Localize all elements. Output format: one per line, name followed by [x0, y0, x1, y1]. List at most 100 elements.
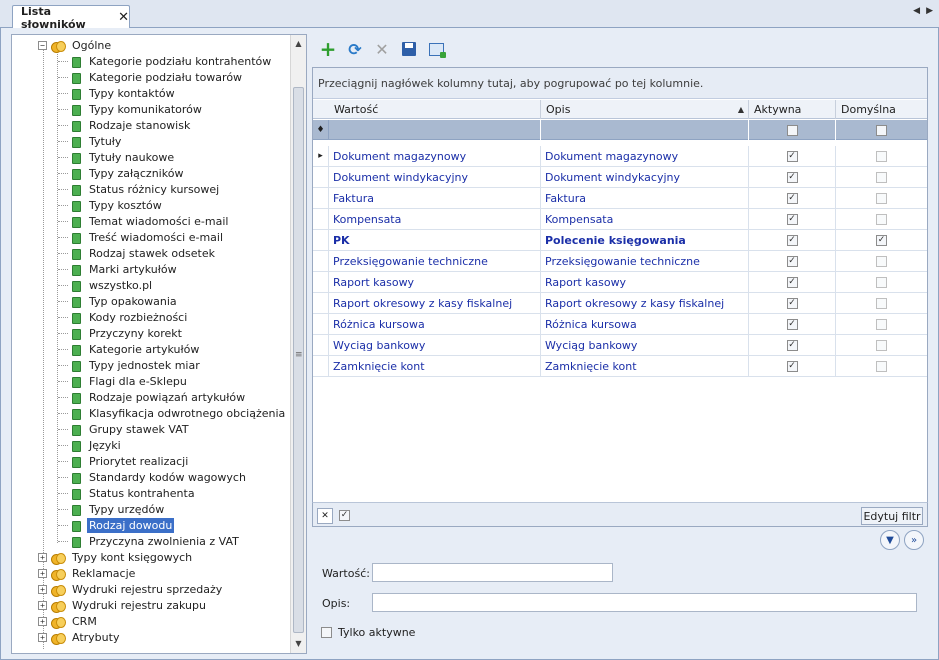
tree-item[interactable]: Typy urzędów: [58, 501, 166, 517]
tree-item[interactable]: Treść wiadomości e-mail: [58, 229, 225, 245]
save-button[interactable]: [400, 40, 418, 58]
expand-icon[interactable]: +: [38, 600, 47, 610]
close-icon[interactable]: ✕: [118, 11, 129, 24]
description-input[interactable]: [372, 593, 917, 612]
collapse-expand-icon[interactable]: »: [904, 530, 924, 550]
active-checkbox[interactable]: ✓: [786, 340, 798, 351]
tree-item[interactable]: Rodzaje powiązań artykułów: [58, 389, 247, 405]
only-active-checkbox[interactable]: [321, 627, 332, 638]
filter-value-cell[interactable]: [329, 120, 541, 140]
cell-description[interactable]: Dokument windykacyjny: [541, 167, 749, 188]
cell-active[interactable]: ✓: [749, 146, 836, 167]
tree-item[interactable]: Kody rozbieżności: [58, 309, 189, 325]
active-checkbox[interactable]: ✓: [786, 151, 798, 162]
default-checkbox[interactable]: [876, 319, 887, 330]
default-checkbox[interactable]: [876, 298, 887, 309]
cell-value[interactable]: Wyciąg bankowy: [329, 335, 541, 356]
cell-value[interactable]: Zamknięcie kont: [329, 356, 541, 377]
cell-description[interactable]: Raport kasowy: [541, 272, 749, 293]
active-checkbox[interactable]: ✓: [786, 319, 798, 330]
default-checkbox[interactable]: ✓: [876, 235, 887, 246]
scroll-up-icon[interactable]: ▲: [291, 37, 306, 51]
filter-description-cell[interactable]: [541, 120, 749, 140]
cell-active[interactable]: ✓: [749, 251, 836, 272]
cell-description[interactable]: Kompensata: [541, 209, 749, 230]
cell-value[interactable]: Faktura: [329, 188, 541, 209]
cell-value[interactable]: Dokument magazynowy: [329, 146, 541, 167]
export-button[interactable]: [427, 40, 446, 58]
cell-default[interactable]: [836, 251, 927, 272]
collapse-icon[interactable]: −: [38, 40, 47, 50]
cell-default[interactable]: [836, 272, 927, 293]
filter-funnel-icon[interactable]: ▼: [880, 530, 900, 550]
tree-item[interactable]: Klasyfikacja odwrotnego obciążenia: [58, 405, 287, 421]
tree-item[interactable]: Kategorie artykułów: [58, 341, 201, 357]
tree-item[interactable]: Przyczyny korekt: [58, 325, 184, 341]
default-checkbox[interactable]: [876, 193, 887, 204]
cell-default[interactable]: [836, 314, 927, 335]
tree-item[interactable]: Języki: [58, 437, 123, 453]
tree-item[interactable]: Typy kosztów: [58, 197, 164, 213]
tree-item[interactable]: Marki artykułów: [58, 261, 179, 277]
table-row[interactable]: Faktura Faktura ✓: [313, 188, 927, 209]
table-row[interactable]: Zamknięcie kont Zamknięcie kont ✓: [313, 356, 927, 377]
tree-item[interactable]: Typy kontaktów: [58, 85, 177, 101]
cell-active[interactable]: ✓: [749, 356, 836, 377]
filter-enabled-checkbox[interactable]: ✓: [339, 510, 350, 521]
tree-item[interactable]: Typy załączników: [58, 165, 185, 181]
table-row[interactable]: Raport okresowy z kasy fiskalnej Raport o…: [313, 293, 927, 314]
tree-group[interactable]: + Atrybuty: [38, 629, 121, 645]
table-row[interactable]: PK Polecenie księgowania ✓ ✓: [313, 230, 927, 251]
tree-group[interactable]: + Typy kont księgowych: [38, 549, 194, 565]
default-checkbox[interactable]: [876, 340, 887, 351]
cell-active[interactable]: ✓: [749, 272, 836, 293]
column-header-default[interactable]: Domyślna: [836, 100, 927, 119]
expand-icon[interactable]: +: [38, 568, 47, 578]
cell-active[interactable]: ✓: [749, 293, 836, 314]
scroll-thumb[interactable]: [293, 87, 304, 633]
expand-icon[interactable]: +: [38, 616, 47, 626]
tree-item[interactable]: Tytuły: [58, 133, 123, 149]
tree-group[interactable]: + Reklamacje: [38, 565, 137, 581]
active-checkbox[interactable]: ✓: [786, 277, 798, 288]
tree-group[interactable]: + Wydruki rejestru zakupu: [38, 597, 208, 613]
tree-group[interactable]: + CRM: [38, 613, 99, 629]
tree-item[interactable]: Kategorie podziału kontrahentów: [58, 53, 273, 69]
filter-active-checkbox[interactable]: [786, 124, 798, 136]
active-checkbox[interactable]: ✓: [786, 235, 798, 246]
table-row[interactable]: Dokument windykacyjny Dokument windykacyj…: [313, 167, 927, 188]
group-by-panel[interactable]: Przeciągnij nagłówek kolumny tutaj, aby …: [313, 68, 927, 99]
tab-scroll-right-icon[interactable]: ▶: [926, 6, 933, 16]
default-checkbox[interactable]: [876, 214, 887, 225]
tree-item[interactable]: Typ opakowania: [58, 293, 179, 309]
add-icon[interactable]: +: [319, 37, 337, 61]
tree-group-general[interactable]: − Ogólne: [38, 37, 113, 53]
tree-item[interactable]: Flagi dla e-Sklepu: [58, 373, 189, 389]
cell-active[interactable]: ✓: [749, 230, 836, 251]
default-checkbox[interactable]: [876, 277, 887, 288]
table-row[interactable]: ▸ Dokument magazynowy Dokument magazynowy ✓: [313, 146, 927, 167]
cell-description[interactable]: Polecenie księgowania: [541, 230, 749, 251]
value-input[interactable]: [372, 563, 613, 582]
column-header-description[interactable]: Opis ▲: [541, 100, 749, 119]
cell-default[interactable]: [836, 293, 927, 314]
expand-icon[interactable]: +: [38, 552, 47, 562]
filter-active-cell[interactable]: [749, 120, 836, 140]
cell-default[interactable]: [836, 209, 927, 230]
expand-icon[interactable]: +: [38, 584, 47, 594]
active-checkbox[interactable]: ✓: [786, 256, 798, 267]
tree-item[interactable]: Kategorie podziału towarów: [58, 69, 244, 85]
default-checkbox[interactable]: [876, 172, 887, 183]
tree-item[interactable]: Typy jednostek miar: [58, 357, 202, 373]
cell-description[interactable]: Przeksięgowanie techniczne: [541, 251, 749, 272]
cell-active[interactable]: ✓: [749, 167, 836, 188]
tree-item[interactable]: Tytuły naukowe: [58, 149, 176, 165]
cell-description[interactable]: Faktura: [541, 188, 749, 209]
tree-item[interactable]: Priorytet realizacji: [58, 453, 190, 469]
active-checkbox[interactable]: ✓: [786, 298, 798, 309]
cell-description[interactable]: Różnica kursowa: [541, 314, 749, 335]
cell-value[interactable]: Dokument windykacyjny: [329, 167, 541, 188]
active-checkbox[interactable]: ✓: [786, 172, 798, 183]
scroll-down-icon[interactable]: ▼: [291, 637, 306, 651]
default-checkbox[interactable]: [876, 151, 887, 162]
